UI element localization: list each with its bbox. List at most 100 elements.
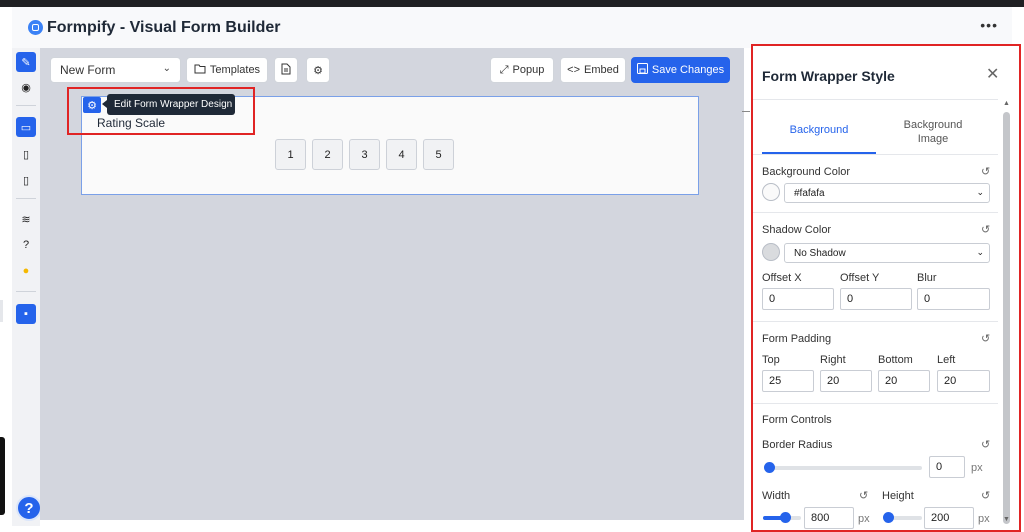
height-unit: px xyxy=(978,513,990,525)
chevron-down-icon: ⌄ xyxy=(976,187,984,197)
formpify-logo-icon xyxy=(28,20,43,35)
save-changes-button[interactable]: Save Changes xyxy=(631,57,730,83)
shadow-color-label: Shadow Color xyxy=(762,224,832,236)
blur-label: Blur xyxy=(917,272,937,284)
window-top-strip xyxy=(0,0,1024,7)
reset-icon[interactable]: ↺ xyxy=(981,438,990,451)
more-horizontal-icon[interactable]: ••• xyxy=(980,17,998,33)
section-divider xyxy=(753,212,998,213)
padding-right-input[interactable]: 20 xyxy=(820,370,872,392)
shadow-color-value: No Shadow xyxy=(794,247,846,259)
sidebar-divider xyxy=(16,291,36,292)
document-button[interactable] xyxy=(274,57,298,83)
edit-icon[interactable]: ✎ xyxy=(16,52,36,72)
preview-eye-icon[interactable]: ◉ xyxy=(16,77,36,97)
offset-x-label: Offset X xyxy=(762,272,802,284)
rating-option-1[interactable]: 1 xyxy=(275,139,306,170)
panel-title: Form Wrapper Style xyxy=(762,68,895,84)
rating-option-2[interactable]: 2 xyxy=(312,139,343,170)
reset-icon[interactable]: ↺ xyxy=(981,489,990,502)
width-label: Width xyxy=(762,490,791,502)
save-icon xyxy=(636,63,648,77)
lightbulb-icon[interactable]: ● xyxy=(16,261,36,281)
reset-icon[interactable]: ↺ xyxy=(981,332,990,345)
chevron-down-icon: ⌄ xyxy=(976,247,984,257)
border-radius-unit: px xyxy=(971,462,983,474)
scroll-down-icon[interactable]: ▼ xyxy=(1003,516,1010,523)
save-changes-label: Save Changes xyxy=(651,64,725,76)
edge-tab xyxy=(0,437,5,515)
save-icon[interactable]: ▪ xyxy=(16,304,36,324)
padding-top-input[interactable]: 25 xyxy=(762,370,814,392)
reset-icon[interactable]: ↺ xyxy=(981,223,990,236)
document-icon xyxy=(281,63,291,78)
background-color-value: #fafafa xyxy=(794,187,825,199)
panel-scrollbar[interactable] xyxy=(1003,112,1010,524)
background-color-select[interactable]: #fafafa ⌄ xyxy=(784,183,990,203)
sidebar-divider xyxy=(16,198,36,199)
form-wrapper-style-panel: Form Wrapper Style ✕ Background Backgrou… xyxy=(751,44,1021,532)
rating-option-5[interactable]: 5 xyxy=(423,139,454,170)
rating-option-4[interactable]: 4 xyxy=(386,139,417,170)
shadow-color-swatch[interactable] xyxy=(762,243,780,261)
border-radius-slider-thumb[interactable] xyxy=(764,462,775,473)
width-slider-thumb[interactable] xyxy=(780,512,791,523)
form-select[interactable]: New Form ⌄ xyxy=(50,57,181,83)
offset-y-input[interactable]: 0 xyxy=(840,288,912,310)
border-radius-label: Border Radius xyxy=(762,439,833,451)
padding-top-label: Top xyxy=(762,354,780,366)
tabs-divider xyxy=(753,154,998,155)
chevron-down-icon: ⌄ xyxy=(162,63,171,74)
height-input[interactable]: 200 xyxy=(924,507,974,529)
blur-input[interactable]: 0 xyxy=(917,288,990,310)
panel-divider xyxy=(742,111,750,112)
desktop-icon[interactable]: ▭ xyxy=(16,117,36,137)
reset-icon[interactable]: ↺ xyxy=(981,165,990,178)
height-label: Height xyxy=(882,490,914,502)
shadow-color-select[interactable]: No Shadow ⌄ xyxy=(784,243,990,263)
layers-icon[interactable]: ≋ xyxy=(16,209,36,229)
padding-right-label: Right xyxy=(820,354,846,366)
app-header: Formpify - Visual Form Builder ••• xyxy=(12,7,1012,48)
help-circle-icon[interactable]: ? xyxy=(16,235,36,255)
form-select-value: New Form xyxy=(60,63,116,77)
edge-handle xyxy=(0,300,3,322)
height-slider-thumb[interactable] xyxy=(883,512,894,523)
code-icon: <> xyxy=(567,64,580,76)
close-icon[interactable]: ✕ xyxy=(986,64,999,84)
form-padding-label: Form Padding xyxy=(762,333,832,345)
help-button[interactable]: ? xyxy=(16,495,42,521)
rating-option-3[interactable]: 3 xyxy=(349,139,380,170)
gear-icon: ⚙ xyxy=(313,64,323,77)
popup-button[interactable]: ⤢ Popup xyxy=(490,57,554,83)
tab-background[interactable]: Background xyxy=(762,124,876,136)
background-color-swatch[interactable] xyxy=(762,183,780,201)
templates-label: Templates xyxy=(209,64,261,76)
popup-label: Popup xyxy=(512,64,545,76)
border-radius-slider-track[interactable] xyxy=(767,466,922,470)
app-title: Formpify - Visual Form Builder xyxy=(47,18,281,36)
padding-bottom-input[interactable]: 20 xyxy=(878,370,930,392)
border-radius-input[interactable]: 0 xyxy=(929,456,965,478)
left-sidebar: ✎ ◉ ▭ ▯ ▯ ≋ ? ● ▪ xyxy=(12,48,40,526)
tablet-icon[interactable]: ▯ xyxy=(16,144,36,164)
padding-left-label: Left xyxy=(937,354,956,366)
width-input[interactable]: 800 xyxy=(804,507,854,529)
templates-button[interactable]: Templates xyxy=(186,57,268,83)
rating-field-label: Rating Scale xyxy=(97,116,166,130)
background-color-label: Background Color xyxy=(762,166,851,178)
scroll-up-icon[interactable]: ▲ xyxy=(1003,100,1010,107)
offset-x-input[interactable]: 0 xyxy=(762,288,834,310)
settings-button[interactable]: ⚙ xyxy=(306,57,330,83)
mobile-icon[interactable]: ▯ xyxy=(16,170,36,190)
section-divider xyxy=(753,403,998,404)
embed-button[interactable]: <> Embed xyxy=(560,57,626,83)
offset-y-label: Offset Y xyxy=(840,272,880,284)
panel-divider xyxy=(753,99,998,100)
expand-icon: ⤢ xyxy=(499,63,509,76)
reset-icon[interactable]: ↺ xyxy=(859,489,868,502)
tab-background-image[interactable]: Background Image xyxy=(893,118,973,146)
sidebar-divider xyxy=(16,105,36,106)
padding-left-input[interactable]: 20 xyxy=(937,370,990,392)
embed-label: Embed xyxy=(584,64,619,76)
